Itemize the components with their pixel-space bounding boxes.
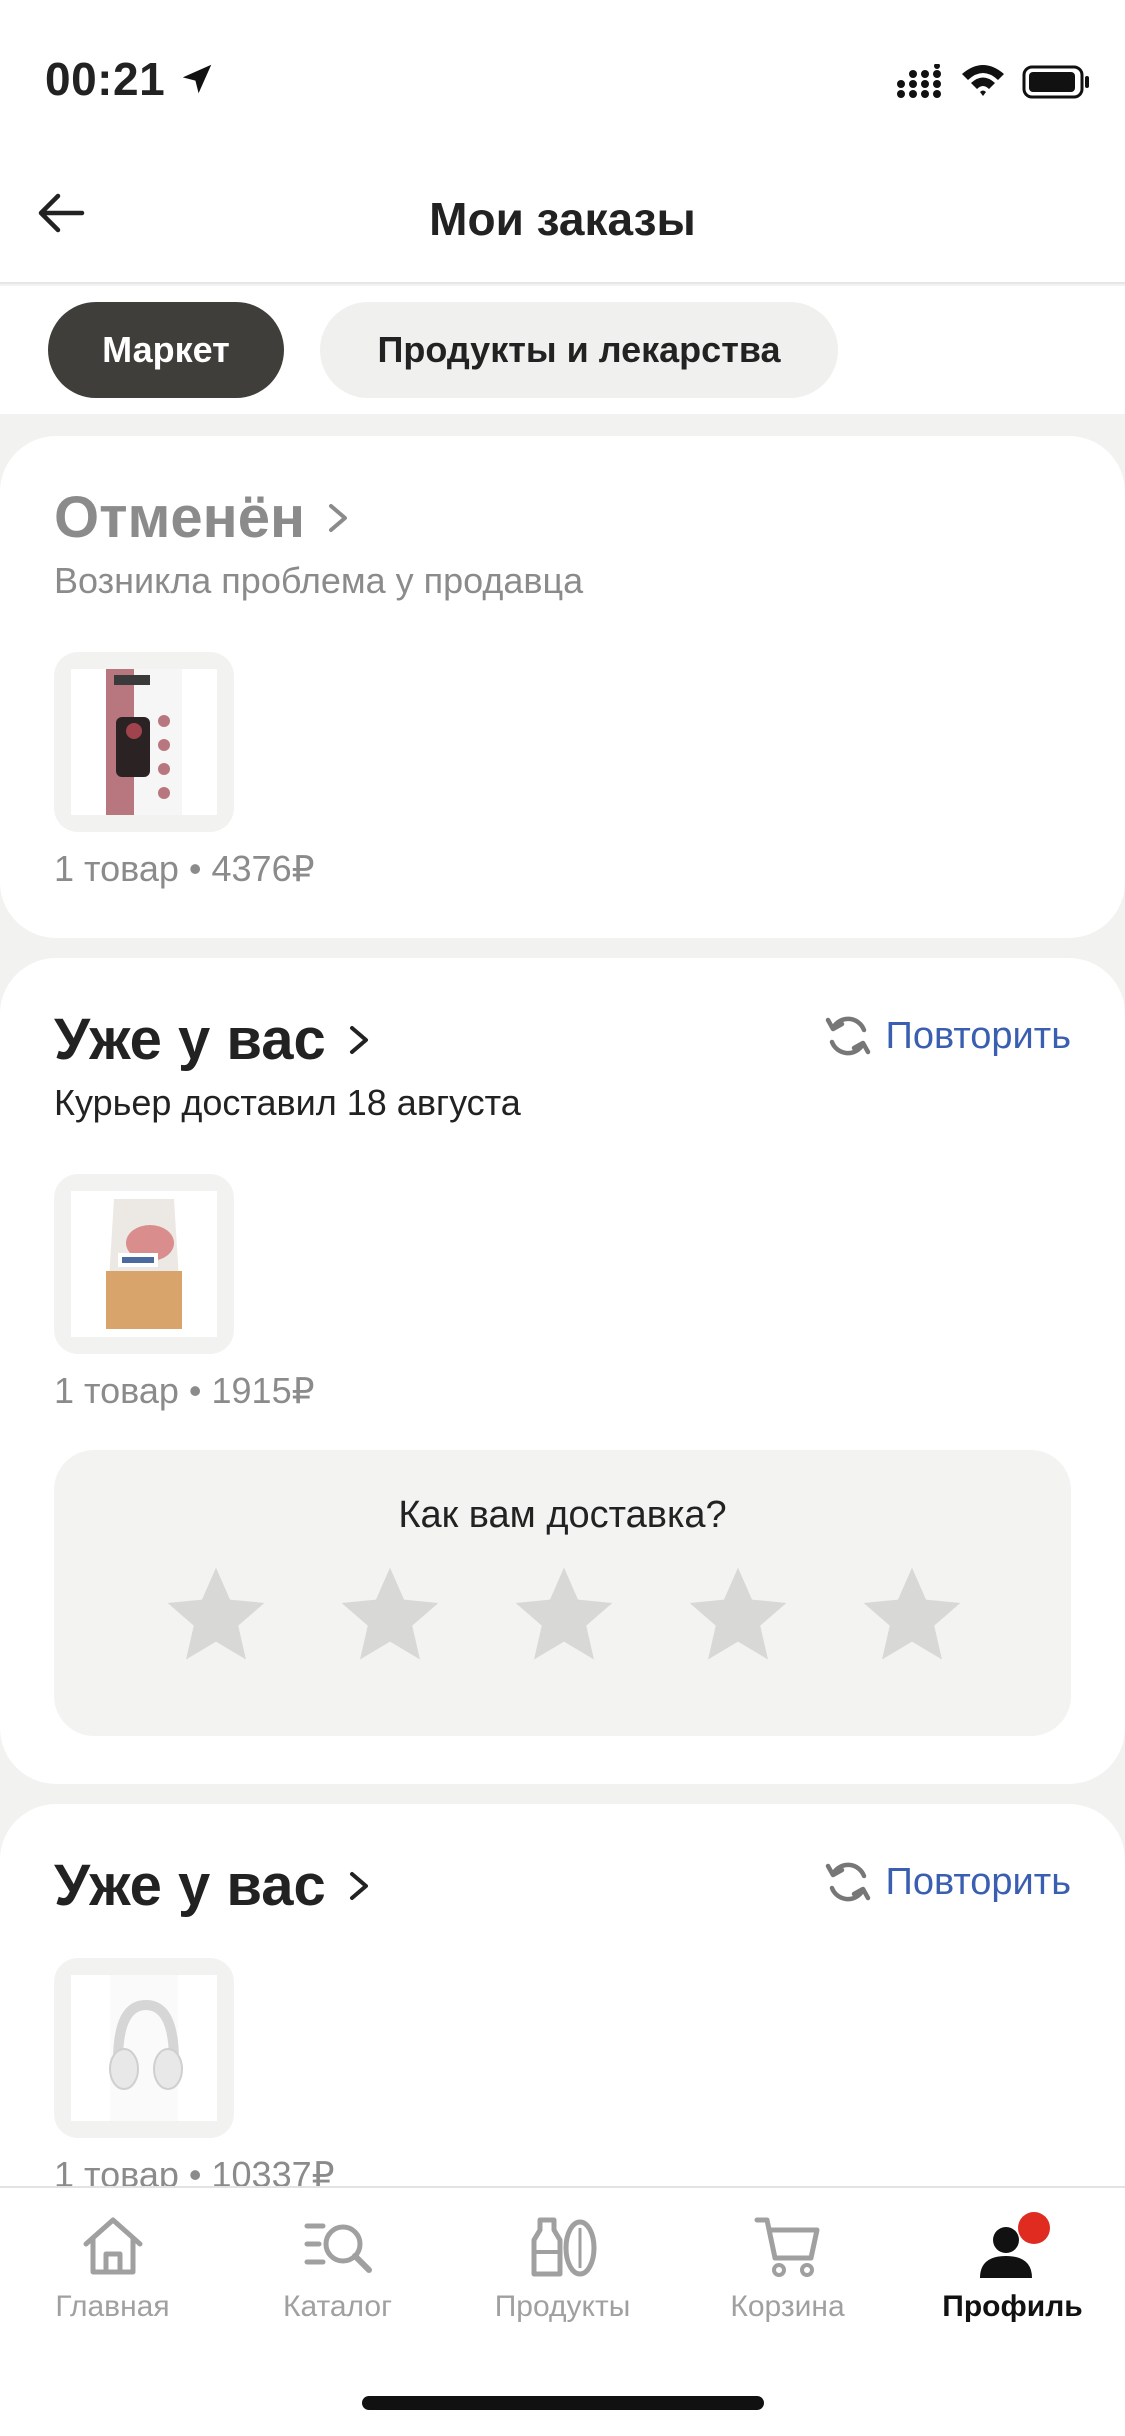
chevron-right-icon <box>349 1025 368 1054</box>
headphones-icon <box>109 1975 183 2121</box>
location-arrow-icon <box>182 64 212 94</box>
cart-icon <box>754 2217 819 2277</box>
home-indicator <box>362 2396 764 2410</box>
rating-question: Как вам доставка? <box>398 1494 727 1536</box>
status-time: 00:21 <box>45 53 166 105</box>
order-summary: 1 товар • 1915₽ <box>54 1370 315 1411</box>
order-status-title: Отменён <box>54 485 306 550</box>
nav-item-catalog[interactable]: Каталог <box>225 2210 450 2324</box>
star-icon[interactable] <box>332 1558 448 1674</box>
nav-label: Каталог <box>282 2290 393 2323</box>
refresh-icon <box>825 1016 870 1056</box>
tab-market[interactable]: Маркет <box>48 302 284 398</box>
order-card-cancelled[interactable]: Отменён Возникла проблема у продавца 1 т… <box>0 436 1125 938</box>
order-status-title: Уже у вас <box>54 1007 326 1072</box>
nav-item-groceries[interactable]: Продукты <box>450 2210 675 2324</box>
order-status-subtitle: Возникла проблема у продавца <box>54 560 584 601</box>
order-status-link[interactable]: Уже у вас <box>54 1852 374 1919</box>
page-title: Мои заказы <box>429 193 696 245</box>
tab-products-and-medicines[interactable]: Продукты и лекарства <box>320 302 838 398</box>
order-status-link[interactable]: Уже у вас <box>54 1006 374 1073</box>
order-status-subtitle: Курьер доставил 18 августа <box>54 1082 521 1123</box>
delivery-rating-panel: Как вам доставка? <box>54 1450 1071 1736</box>
nav-label: Главная <box>55 2290 170 2323</box>
star-icon[interactable] <box>680 1558 796 1674</box>
repeat-order-button[interactable]: Повторить <box>822 1852 1071 1912</box>
repeat-order-label: Повторить <box>885 1860 1071 1903</box>
profile-icon <box>979 2212 1050 2278</box>
status-bar: 00:21 <box>0 0 1125 150</box>
catalog-search-icon <box>304 2223 372 2273</box>
notification-badge <box>1017 2212 1050 2244</box>
order-summary: 1 товар • 4376₽ <box>54 848 315 889</box>
wifi-icon <box>962 65 1004 96</box>
home-icon <box>83 2217 142 2275</box>
product-thumbnail[interactable] <box>54 1174 234 1354</box>
nav-item-profile[interactable]: Профиль <box>900 2210 1125 2324</box>
chevron-right-icon <box>349 1871 368 1900</box>
nav-item-home[interactable]: Главная <box>0 2210 225 2324</box>
dog-food-bag-icon <box>106 669 182 815</box>
order-card-delivered[interactable]: Уже у вас Повторить Курьер доставил 18 а… <box>0 958 1125 1784</box>
order-tabs: Маркет Продукты и лекарства <box>0 286 1125 414</box>
app-header: Мои заказы <box>0 150 1125 284</box>
nav-label: Продукты <box>494 2290 631 2323</box>
nav-label: Корзина <box>730 2290 845 2323</box>
star-icon[interactable] <box>854 1558 970 1674</box>
order-status-link[interactable]: Отменён <box>54 484 353 551</box>
cellular-signal-icon <box>897 64 941 98</box>
star-icon[interactable] <box>158 1558 274 1674</box>
groceries-icon <box>531 2217 596 2277</box>
repeat-order-button[interactable]: Повторить <box>822 1006 1071 1066</box>
repeat-order-label: Повторить <box>885 1014 1071 1057</box>
product-thumbnail[interactable] <box>54 1958 234 2138</box>
chevron-right-icon <box>329 503 348 532</box>
star-icon[interactable] <box>506 1558 622 1674</box>
nav-item-cart[interactable]: Корзина <box>675 2210 900 2324</box>
battery-icon <box>1022 65 1089 99</box>
product-thumbnail[interactable] <box>54 652 234 832</box>
cat-food-bag-icon <box>106 1199 182 1329</box>
order-status-title: Уже у вас <box>54 1853 326 1918</box>
nav-label: Профиль <box>942 2290 1083 2323</box>
refresh-icon <box>825 1862 870 1902</box>
rating-stars <box>158 1558 970 1674</box>
